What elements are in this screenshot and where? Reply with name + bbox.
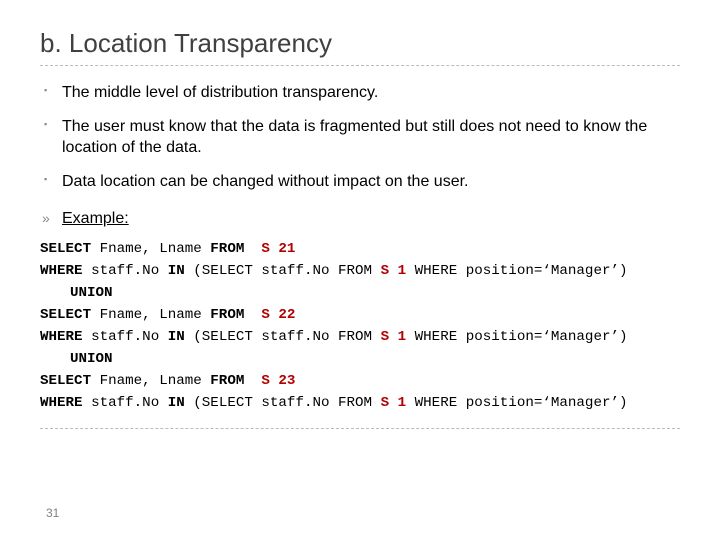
kw-from: FROM [210,373,244,389]
kw-from: FROM [210,307,244,323]
union-1: UNION [40,282,680,304]
sql-block-1: SELECT Fname, Lname FROM S 21 WHERE staf… [40,238,680,282]
sql-staffcol: staff.No [91,395,159,411]
sql-sub-close: WHERE position=‘Manager’) [406,263,627,279]
sql-cols: Fname, Lname [100,241,202,257]
sql-cols: Fname, Lname [100,307,202,323]
sql-sub-open: (SELECT staff.No FROM [193,263,380,279]
kw-union: UNION [70,285,113,301]
kw-in: IN [168,329,185,345]
kw-select: SELECT [40,307,91,323]
slide-title: b. Location Transparency [40,28,680,59]
kw-select: SELECT [40,241,91,257]
sql-sub-open: (SELECT staff.No FROM [193,395,380,411]
kw-from: FROM [210,241,244,257]
kw-select: SELECT [40,373,91,389]
kw-in: IN [168,263,185,279]
sql-block-3: SELECT Fname, Lname FROM S 23 WHERE staf… [40,370,680,414]
sql-block-2: SELECT Fname, Lname FROM S 22 WHERE staf… [40,304,680,348]
example-heading-row: Example: [40,204,680,238]
table-s1: S 1 [381,263,407,279]
sql-staffcol: staff.No [91,329,159,345]
bullet-item: The user must know that the data is frag… [40,110,680,165]
table-s1: S 1 [381,329,407,345]
table-s22: S 22 [261,307,295,323]
kw-where: WHERE [40,263,83,279]
sql-sub-close: WHERE position=‘Manager’) [406,395,627,411]
kw-union: UNION [70,351,113,367]
union-2: UNION [40,348,680,370]
table-s1: S 1 [381,395,407,411]
sql-sub-open: (SELECT staff.No FROM [193,329,380,345]
divider-bottom [40,428,680,429]
kw-where: WHERE [40,395,83,411]
sql-sub-close: WHERE position=‘Manager’) [406,329,627,345]
sql-staffcol: staff.No [91,263,159,279]
page-number: 31 [46,506,59,520]
bullet-list: The middle level of distribution transpa… [40,76,680,198]
table-s21: S 21 [261,241,295,257]
example-label: Example: [62,210,129,227]
bullet-item: Data location can be changed without imp… [40,165,680,199]
sql-cols: Fname, Lname [100,373,202,389]
kw-in: IN [168,395,185,411]
bullet-item: The middle level of distribution transpa… [40,76,680,110]
kw-where: WHERE [40,329,83,345]
table-s23: S 23 [261,373,295,389]
divider-top [40,65,680,66]
